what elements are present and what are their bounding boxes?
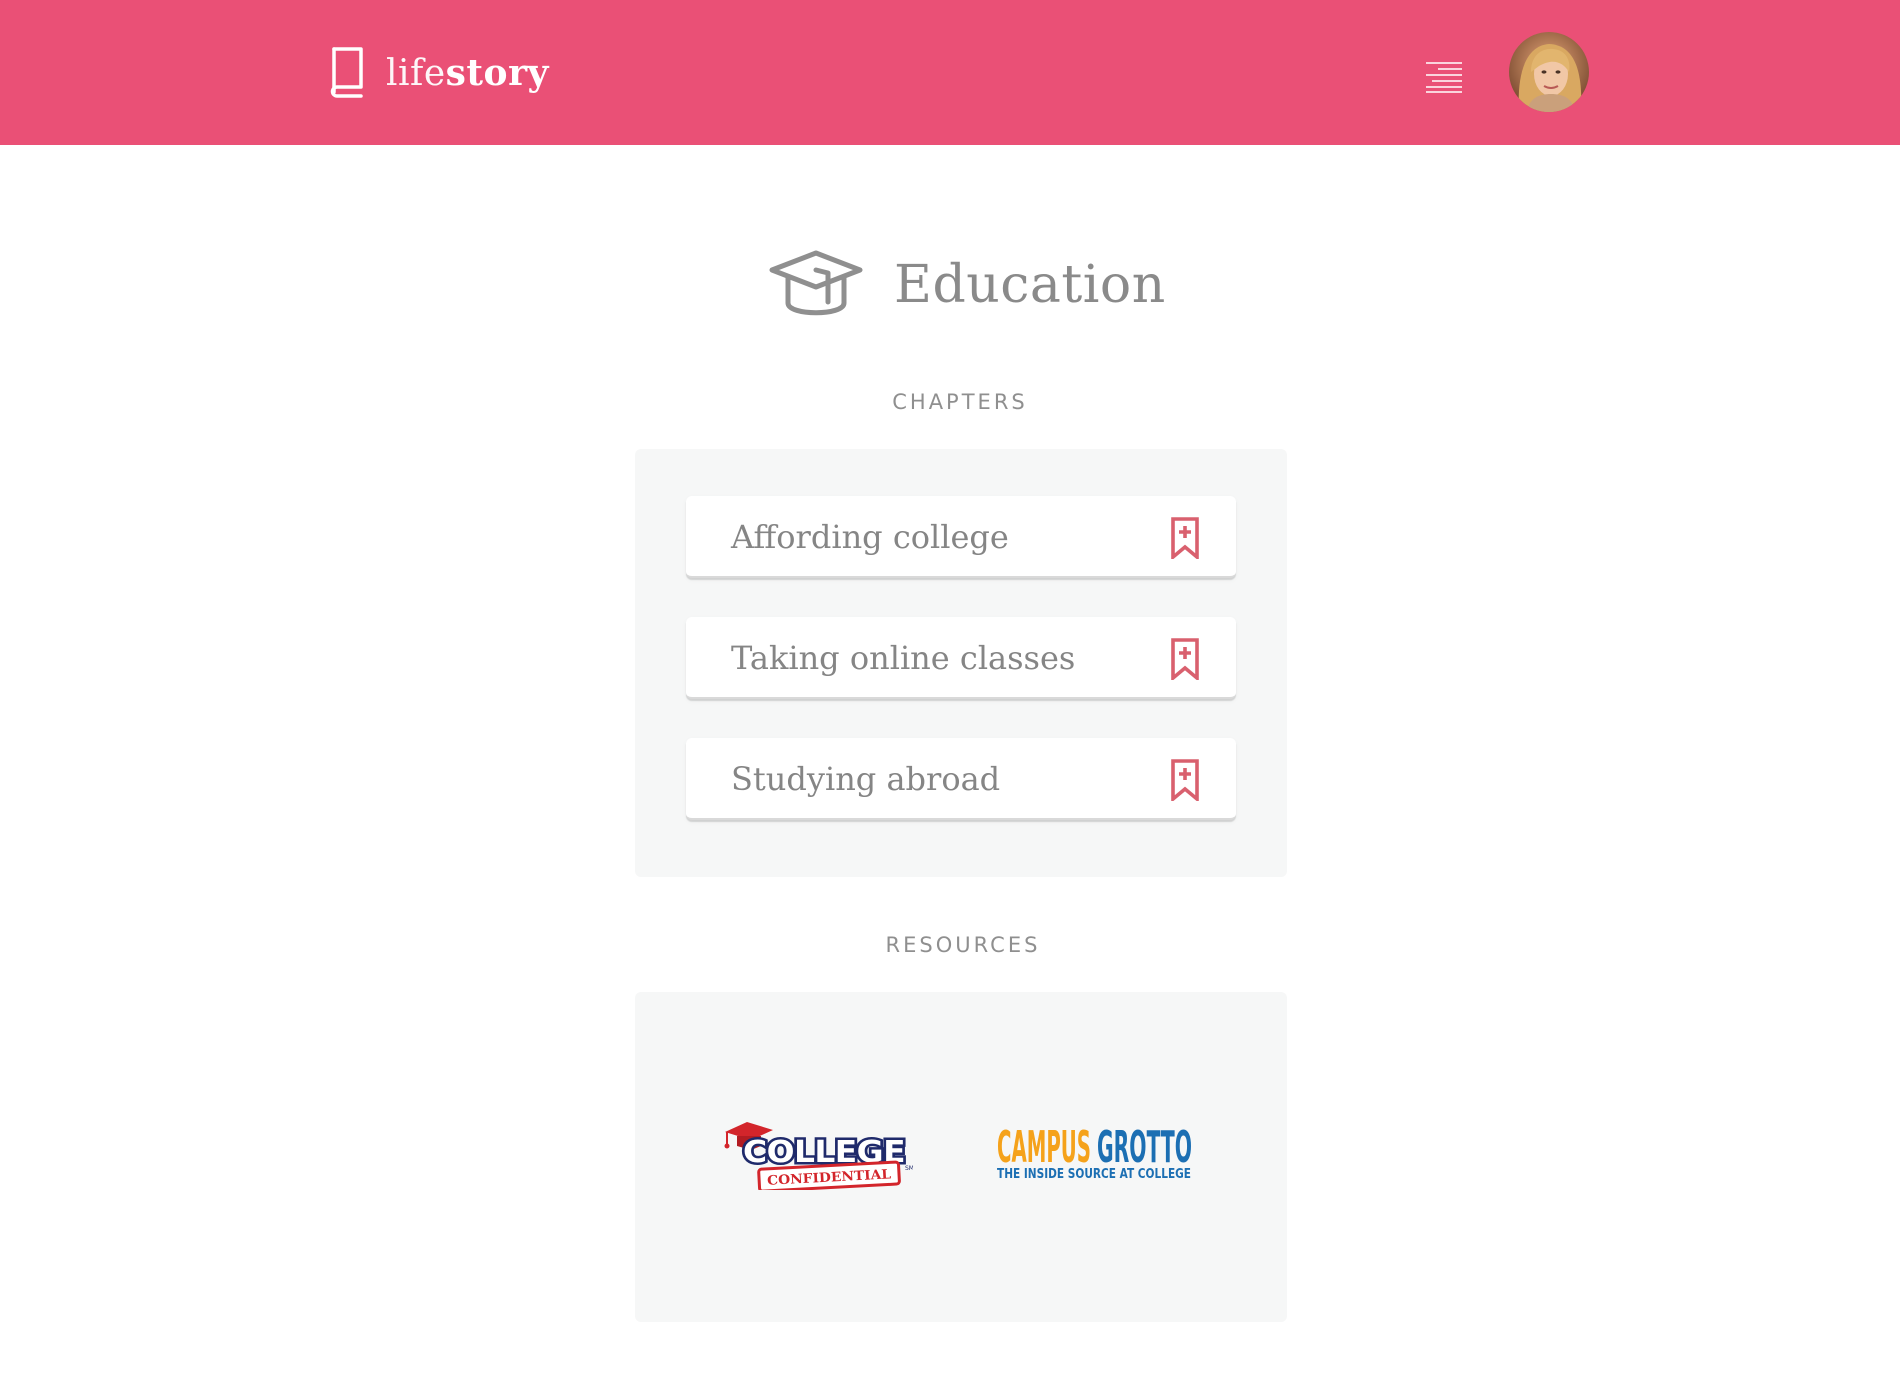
brand-home-link[interactable]: lifestory [328,45,549,101]
resources-panel: COLLEGE CONFIDENTIAL SM CAMPUS GROTTO TH… [635,992,1287,1322]
page-title-section: Education [0,245,1900,325]
brand-wordmark-light: life [386,53,446,94]
page-title-group: Education [768,245,1166,325]
avatar-image [1509,32,1589,112]
chapters-heading: CHAPTERS [892,390,1028,414]
campus-grotto-logo[interactable]: CAMPUS GROTTO THE INSIDE SOURCE AT COLLE… [995,1118,1195,1182]
user-avatar[interactable] [1509,32,1589,112]
chapter-label: Affording college [731,518,1009,556]
campus-grotto-logo-word2: GROTTO [1097,1122,1192,1173]
chapter-card-affording-college[interactable]: Affording college [686,496,1236,578]
brand-wordmark: lifestory [386,52,549,94]
bookmark-add-icon[interactable] [1170,638,1200,680]
campus-grotto-logo-word1: CAMPUS [997,1122,1091,1173]
graduation-cap-icon [769,250,863,316]
college-confidential-logo-mark: SM [905,1165,913,1172]
chapter-label: Taking online classes [731,639,1076,677]
page-title: Education [894,255,1166,315]
menu-button[interactable] [1424,60,1464,94]
brand-wordmark-bold: story [445,52,549,94]
college-confidential-logo[interactable]: COLLEGE CONFIDENTIAL SM [723,1110,913,1190]
menu-lines-icon [1426,62,1462,93]
chapters-panel: Affording college Taking online classes … [635,449,1287,877]
campus-grotto-logo-tagline: THE INSIDE SOURCE AT COLLEGE [997,1167,1191,1182]
chapter-label: Studying abroad [731,760,1001,798]
bookmark-add-icon[interactable] [1170,517,1200,559]
resources-heading: RESOURCES [885,933,1041,957]
chapter-card-studying-abroad[interactable]: Studying abroad [686,738,1236,820]
top-navigation-bar: lifestory [0,0,1900,145]
book-icon [330,47,363,98]
chapter-card-taking-online-classes[interactable]: Taking online classes [686,617,1236,699]
bookmark-add-icon[interactable] [1170,759,1200,801]
